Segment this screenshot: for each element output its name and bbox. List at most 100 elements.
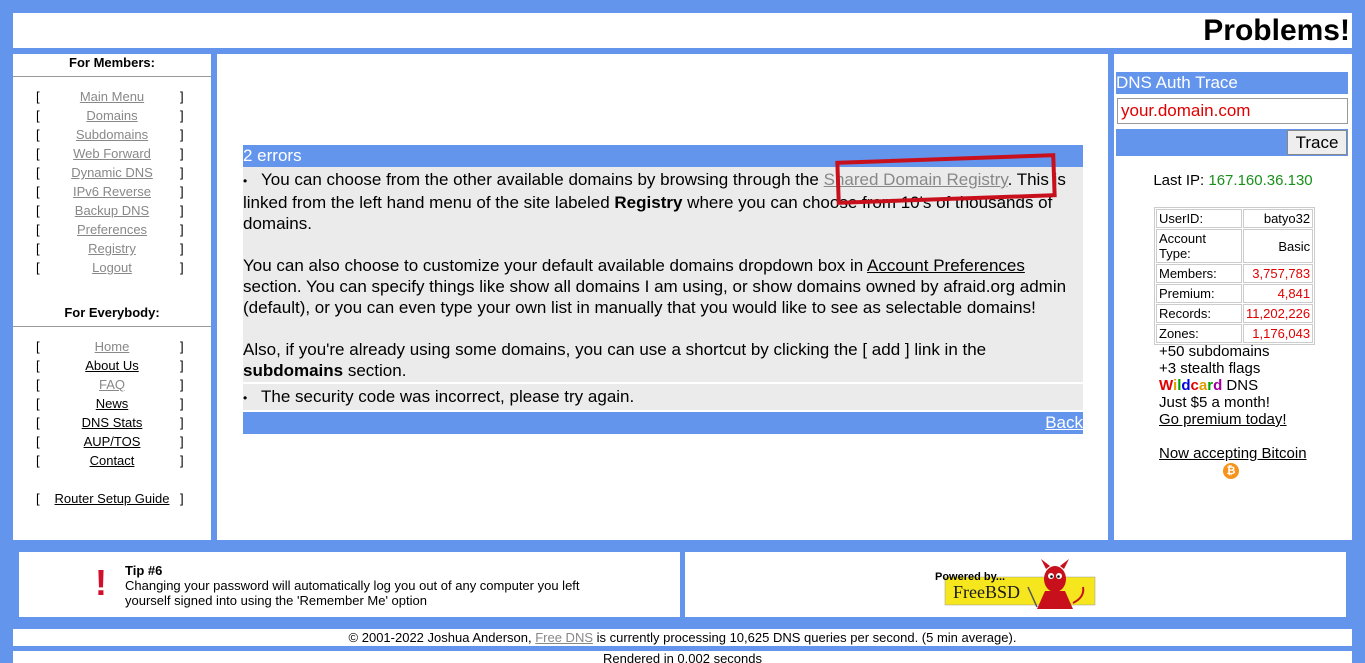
bracket: ]	[180, 146, 184, 161]
stat-value: 3,757,783	[1243, 264, 1314, 283]
promo-line: +3 stealth flags	[1159, 360, 1261, 377]
domain-trace-input[interactable]	[1117, 98, 1348, 124]
last-ip: Last IP: 167.160.36.130	[1114, 172, 1352, 189]
sidebar-item-faq: [FAQ]	[13, 375, 211, 394]
error-footer: Back	[243, 412, 1083, 434]
freebsd-box: Powered by... FreeBSD	[685, 552, 1346, 617]
last-ip-value: 167.160.36.130	[1208, 172, 1313, 189]
bracket: ]	[180, 491, 184, 506]
stat-value: 1,176,043	[1243, 324, 1314, 343]
stat-label: UserID:	[1156, 209, 1242, 228]
error-text: You can also choose to customize your de…	[243, 256, 868, 275]
back-link[interactable]: Back	[1045, 413, 1083, 432]
everybody-heading: For Everybody:	[64, 305, 160, 320]
sidebar-item-dns-stats: [DNS Stats]	[13, 413, 211, 432]
sidebar-item-logout: [Logout]	[13, 258, 211, 277]
stat-label: Members:	[1156, 264, 1242, 283]
stats-row: UserID: batyo32	[1156, 209, 1314, 228]
bracket: ]	[180, 127, 184, 142]
stats-row: Account Type: Basic	[1156, 229, 1314, 263]
wildcard-text: Wildcard	[1159, 377, 1223, 394]
copyright-text: is currently processing 10,625 DNS queri…	[593, 630, 1017, 645]
render-time: Rendered in 0.002 seconds	[13, 651, 1352, 663]
bracket: ]	[180, 222, 184, 237]
bracket: ]	[180, 415, 184, 430]
sidebar-item-news: [News]	[13, 394, 211, 413]
exclamation-icon: !	[95, 562, 107, 603]
members-heading: For Members:	[69, 55, 155, 70]
promo-line: Just $5 a month!	[1159, 394, 1270, 411]
sidebar-item-home: [Home]	[13, 337, 211, 356]
right-sidebar: DNS Auth Trace Trace Last IP: 167.160.36…	[1114, 54, 1352, 540]
highlight-annotation-box	[835, 153, 1057, 205]
error-item: • The security code was incorrect, please…	[243, 384, 1083, 412]
error-paragraph: You can also choose to customize your de…	[243, 255, 1083, 318]
tip-box: ! Tip #6 Changing your password will aut…	[19, 552, 680, 617]
everybody-nav: [Home][About Us][FAQ][News][DNS Stats][A…	[13, 337, 211, 470]
stats-row: Premium: 4,841	[1156, 284, 1314, 303]
error-bold: subdomains	[243, 361, 344, 380]
freebsd-logo-icon[interactable]: Powered by... FreeBSD	[933, 557, 1098, 614]
account-preferences-link[interactable]: Account Preferences	[867, 256, 1025, 275]
divider	[13, 326, 211, 327]
sidebar-item-registry: [Registry]	[13, 239, 211, 258]
bitcoin-link[interactable]: Now accepting Bitcoin	[1159, 445, 1307, 462]
copyright-text: © 2001-2022 Joshua Anderson,	[348, 630, 536, 645]
sidebar-item-web-forward: [Web Forward]	[13, 144, 211, 163]
bullet-icon: •	[243, 391, 248, 405]
tip-text: Changing your password will automaticall…	[125, 578, 580, 608]
sidebar-item-domains: [Domains]	[13, 106, 211, 125]
error-bold: Registry	[614, 193, 683, 212]
divider	[13, 76, 211, 77]
error-text: The security code was incorrect, please …	[261, 387, 635, 406]
sidebar-item-subdomains: [Subdomains]	[13, 125, 211, 144]
stat-label: Account Type:	[1156, 229, 1242, 263]
bracket: ]	[180, 434, 184, 449]
bracket: ]	[180, 241, 184, 256]
bracket: ]	[180, 184, 184, 199]
bracket: ]	[180, 165, 184, 180]
bracket: ]	[180, 339, 184, 354]
stat-value: 11,202,226	[1243, 304, 1314, 323]
premium-promo: +50 subdomains +3 stealth flags Wildcard…	[1159, 343, 1307, 462]
stats-row: Members: 3,757,783	[1156, 264, 1314, 283]
error-text: You can choose from the other available …	[261, 170, 824, 189]
sidebar-item-preferences: [Preferences]	[13, 220, 211, 239]
promo-text: DNS	[1222, 377, 1259, 394]
bitcoin-icon: ₿	[1223, 463, 1239, 479]
go-premium-link[interactable]: Go premium today!	[1159, 411, 1287, 428]
sidebar-item-ipv6-reverse: [IPv6 Reverse]	[13, 182, 211, 201]
dns-trace-heading: DNS Auth Trace	[1116, 72, 1348, 94]
bracket: ]	[180, 453, 184, 468]
sidebar-item-contact: [Contact]	[13, 451, 211, 470]
stat-label: Zones:	[1156, 324, 1242, 343]
bracket: ]	[180, 108, 184, 123]
sidebar-item-dynamic-dns: [Dynamic DNS]	[13, 163, 211, 182]
bullet-icon: •	[243, 174, 248, 188]
bracket: ]	[180, 89, 184, 104]
sidebar-item-aup-tos: [AUP/TOS]	[13, 432, 211, 451]
freebsd-name-text: FreeBSD	[953, 582, 1020, 602]
stat-value: Basic	[1243, 229, 1314, 263]
bracket: ]	[180, 377, 184, 392]
trace-button[interactable]: Trace	[1287, 130, 1347, 155]
promo-line: +50 subdomains	[1159, 343, 1270, 360]
error-text: section. You can specify things like sho…	[243, 277, 1067, 317]
error-text: Also, if you're already using some domai…	[243, 340, 987, 359]
sidebar-item-about-us: [About Us]	[13, 356, 211, 375]
page-title: Problems!	[1203, 14, 1350, 47]
router-nav: [ Router Setup Guide ]	[13, 489, 211, 508]
free-dns-link[interactable]: Free DNS	[535, 630, 593, 645]
sidebar-item-main-menu: [Main Menu]	[13, 87, 211, 106]
tip-title: Tip #6	[125, 563, 163, 578]
error-text: section.	[343, 361, 407, 380]
stats-row: Zones: 1,176,043	[1156, 324, 1314, 343]
stat-value: 4,841	[1243, 284, 1314, 303]
bracket: ]	[180, 203, 184, 218]
copyright-bar: © 2001-2022 Joshua Anderson, Free DNS is…	[13, 629, 1352, 646]
left-sidebar: For Members: [Main Menu][Domains][Subdom…	[13, 54, 211, 540]
trace-bar: Trace	[1116, 129, 1348, 156]
stats-table: UserID: batyo32 Account Type: Basic Members:…	[1154, 207, 1316, 345]
bracket: ]	[180, 358, 184, 373]
promo-line: Wildcard DNS	[1159, 377, 1307, 394]
